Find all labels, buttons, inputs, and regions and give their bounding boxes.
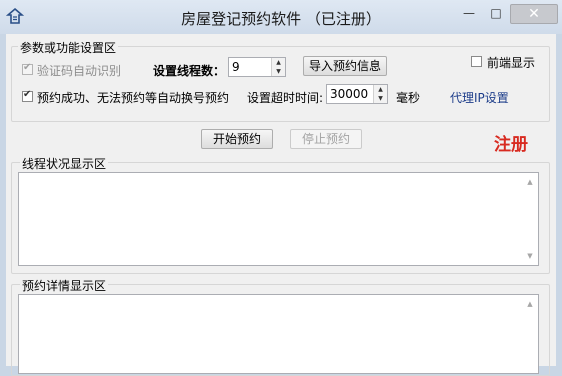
settings-legend: 参数或功能设置区 xyxy=(18,39,119,56)
stop-booking-button[interactable]: 停止预约 xyxy=(290,129,362,149)
register-label[interactable]: 注册 xyxy=(494,130,528,155)
spin-down-icon[interactable]: ▼ xyxy=(374,94,387,103)
proxy-settings-link[interactable]: 代理IP设置 xyxy=(450,89,509,106)
thread-status-textarea[interactable]: ▲ ▼ xyxy=(18,172,539,266)
client-area: 参数或功能设置区 验证码自动识别 设置线程数： 9 ▲ ▼ 导入预约信息 前端显… xyxy=(6,34,556,376)
captcha-checkbox[interactable] xyxy=(22,62,33,75)
start-booking-button[interactable]: 开始预约 xyxy=(201,129,273,149)
timeout-spinner[interactable]: 30000 ▲ ▼ xyxy=(326,84,388,104)
timeout-stepper[interactable]: ▲ ▼ xyxy=(373,85,387,103)
timeout-value: 30000 xyxy=(330,87,369,101)
thread-count-value: 9 xyxy=(232,60,240,74)
import-button[interactable]: 导入预约信息 xyxy=(303,56,387,76)
booking-detail-legend: 预约详情显示区 xyxy=(20,277,109,294)
minimize-button[interactable]: — xyxy=(456,4,482,22)
thread-count-spinner[interactable]: 9 ▲ ▼ xyxy=(228,57,286,77)
auto-switch-checkbox[interactable] xyxy=(22,89,33,102)
front-display-checkbox[interactable] xyxy=(471,56,482,67)
scroll-up-icon[interactable]: ▲ xyxy=(522,297,538,311)
front-display-label: 前端显示 xyxy=(487,56,536,70)
spin-up-icon[interactable]: ▲ xyxy=(374,85,387,94)
maximize-button[interactable]: □ xyxy=(484,4,508,22)
thread-status-scrollbar[interactable]: ▲ ▼ xyxy=(522,173,538,265)
scroll-down-icon[interactable]: ▼ xyxy=(522,249,538,263)
spin-up-icon[interactable]: ▲ xyxy=(272,58,285,67)
booking-detail-scrollbar[interactable]: ▲ xyxy=(522,295,538,373)
captcha-label: 验证码自动识别 xyxy=(37,64,122,78)
title-bar: 房屋登记预约软件 （已注册） — □ ✕ xyxy=(0,0,562,34)
timeout-label: 设置超时时间: xyxy=(247,91,324,105)
booking-detail-textarea[interactable]: ▲ xyxy=(18,294,539,374)
spin-down-icon[interactable]: ▼ xyxy=(272,67,285,76)
thread-count-stepper[interactable]: ▲ ▼ xyxy=(271,58,285,76)
auto-switch-label: 预约成功、无法预约等自动换号预约 xyxy=(37,91,230,105)
thread-count-label: 设置线程数： xyxy=(153,64,226,78)
thread-status-legend: 线程状况显示区 xyxy=(20,155,109,172)
close-button[interactable]: ✕ xyxy=(510,4,558,24)
timeout-unit: 毫秒 xyxy=(396,91,421,105)
scroll-up-icon[interactable]: ▲ xyxy=(522,175,538,189)
